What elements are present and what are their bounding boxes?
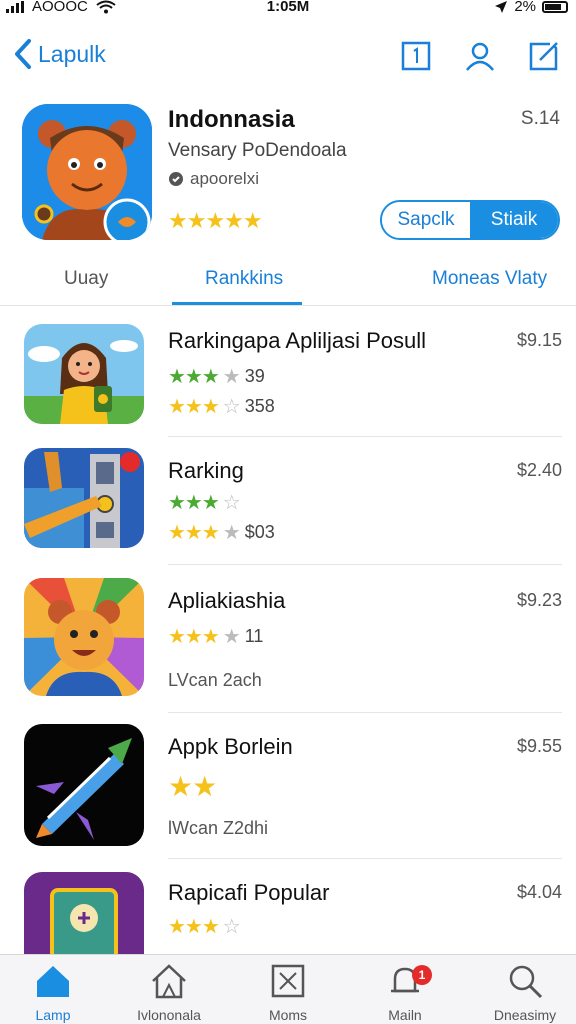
star-rating: ★★★	[168, 626, 220, 648]
app-icon[interactable]	[22, 104, 152, 240]
app-icon[interactable]	[24, 872, 144, 954]
star-rating: ★★★	[168, 366, 220, 388]
status-bar: AOOOC 1:05M 2%	[0, 0, 576, 18]
row-divider	[168, 564, 562, 565]
battery-icon	[542, 0, 568, 13]
star-rating: ★★★	[168, 522, 220, 544]
star-empty: ★	[222, 366, 241, 388]
app-subtitle: lWcan Z2dhi	[168, 818, 269, 838]
battery-percent: 2%	[514, 0, 536, 15]
app-price[interactable]: $4.04	[517, 882, 562, 903]
tab-bar-label: Lamp	[35, 1007, 71, 1023]
profile-icon[interactable]	[464, 40, 496, 72]
bottom-tab-bar: Lamp Ivlononala Moms 1 Mailn Dneasimy	[0, 954, 576, 1024]
segmented-control: Sapclk Stiaik	[380, 200, 560, 240]
rating-count: 358	[244, 396, 275, 416]
star-empty: ☆	[222, 916, 241, 938]
app-price[interactable]: $9.15	[517, 330, 562, 351]
compose-icon[interactable]	[528, 40, 560, 72]
home-icon	[37, 966, 69, 997]
app-subtitle: LVcan 2ach	[168, 670, 262, 690]
back-button[interactable]: Lapulk	[12, 38, 106, 70]
app-name: Apliakiashia	[168, 588, 286, 613]
list-item[interactable]: Rarkingapa Apliljasi Posull $9.15 ★★★ ★ 3…	[0, 316, 576, 462]
rating-secondary: ★★★ ☆ 358	[168, 394, 275, 419]
tab-strip: Uuay Rankkins Moneas Vlaty	[0, 258, 576, 306]
list-item[interactable]: Rarking $2.40 ★★★ ☆ ★★★ ★ $03	[0, 444, 576, 590]
star-empty: ★	[222, 522, 241, 544]
segment-right[interactable]: Stiaik	[470, 202, 558, 238]
back-label: Lapulk	[38, 40, 106, 67]
notification-badge: 1	[412, 965, 432, 985]
tab-bar-label: Dneasimy	[493, 1007, 557, 1023]
app-price[interactable]: $9.23	[517, 590, 562, 611]
app-icon[interactable]	[24, 324, 144, 424]
app-price[interactable]: $2.40	[517, 460, 562, 481]
star-rating: ★★	[168, 771, 217, 802]
status-right: 2%	[494, 0, 568, 15]
developer-badge-icon	[169, 172, 183, 186]
rating-count: 39	[244, 366, 265, 386]
app-header: Indonnasia Vensary PoDendoala apoorelxi …	[0, 100, 576, 250]
rating-primary: ★★★ ★ 11	[168, 624, 263, 649]
tab-bar-item-mailn[interactable]: 1 Mailn	[350, 961, 460, 1023]
star-empty: ★	[222, 626, 241, 648]
rating-count: 11	[244, 626, 264, 646]
chevron-left-icon	[15, 39, 31, 69]
app-name: Rarking	[168, 458, 244, 483]
app-icon[interactable]	[24, 448, 144, 548]
search-icon	[509, 965, 543, 999]
app-name: Appk Borlein	[168, 734, 293, 759]
rating-secondary: ★★★ ★ $03	[168, 520, 275, 545]
tab-bar-label: Ivlononala	[137, 1007, 201, 1023]
rating-primary: ★★★ ★ 39	[168, 364, 265, 389]
tab-moneas-vlaty[interactable]: Moneas Vlaty	[432, 268, 547, 290]
app-price: S.14	[520, 108, 560, 129]
location-arrow-icon	[495, 0, 508, 13]
star-rating: ★★★	[168, 916, 220, 938]
clock-time: 1:05M	[266, 0, 310, 15]
list-item[interactable]: Appk Borlein $9.55 ★★ lWcan Z2dhi	[0, 720, 576, 866]
row-divider	[168, 436, 562, 437]
developer-row[interactable]: apoorelxi	[168, 169, 259, 189]
developer-name: apoorelxi	[190, 169, 259, 188]
row-divider	[168, 712, 562, 713]
star-empty: ☆	[222, 492, 241, 514]
app-icon[interactable]	[24, 724, 144, 846]
tab-rankkins[interactable]: Rankkins	[205, 268, 283, 290]
house-outline-icon	[152, 964, 186, 999]
app-subtitle: Vensary PoDendoala	[168, 140, 347, 161]
app-rating-stars: ★★★★★	[168, 208, 263, 233]
star-rating: ★★★	[168, 396, 220, 418]
list-item[interactable]: Rapicafi Popular $4.04 ★★★ ☆	[0, 868, 576, 954]
share-box-icon[interactable]	[400, 40, 432, 72]
tab-uuay[interactable]: Uuay	[64, 268, 108, 290]
star-empty: ☆	[222, 396, 241, 418]
tab-bar-item-moms[interactable]: Moms	[233, 961, 343, 1023]
app-name: Rapicafi Popular	[168, 880, 330, 905]
checkbox-icon	[271, 964, 305, 998]
nav-bar: Lapulk	[0, 30, 576, 86]
tab-bar-item-dneasimy[interactable]: Dneasimy	[470, 961, 576, 1023]
app-icon[interactable]	[24, 578, 144, 696]
tab-bar-item-ivlononala[interactable]: Ivlononala	[114, 961, 224, 1023]
tab-bar-item-lamp[interactable]: Lamp	[0, 961, 108, 1023]
segment-left[interactable]: Sapclk	[382, 202, 470, 238]
rating-primary: ★★	[168, 770, 217, 803]
rating-primary: ★★★ ☆	[168, 914, 241, 939]
tab-bar-label: Moms	[268, 1007, 308, 1023]
active-tab-indicator	[172, 302, 302, 305]
row-divider	[168, 858, 562, 859]
app-title: Indonnasia	[168, 106, 295, 133]
app-price[interactable]: $9.55	[517, 736, 562, 757]
list-item[interactable]: Apliakiashia $9.23 ★★★ ★ 11 LVcan 2ach	[0, 572, 576, 718]
app-name: Rarkingapa Apliljasi Posull	[168, 328, 427, 353]
rating-primary: ★★★ ☆	[168, 490, 241, 515]
tab-bar-label: Mailn	[388, 1007, 422, 1023]
rating-count: $03	[244, 522, 275, 542]
star-rating: ★★★	[168, 492, 220, 514]
